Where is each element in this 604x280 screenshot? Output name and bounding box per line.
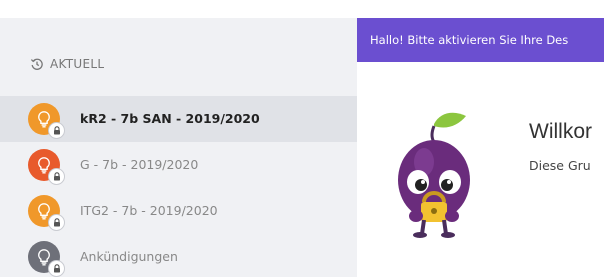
group-item-announcements[interactable]: Ankündigungen xyxy=(0,234,357,280)
group-label: Ankündigungen xyxy=(80,249,178,264)
plum-mascot-illustration xyxy=(398,112,470,238)
group-label: G - 7b - 2019/2020 xyxy=(80,157,199,172)
section-title: AKTUELL xyxy=(50,57,105,71)
group-item-g[interactable]: G - 7b - 2019/2020 xyxy=(0,142,357,188)
banner-text: Hallo! Bitte aktivieren Sie Ihre Des xyxy=(370,33,569,47)
group-avatar xyxy=(28,241,65,277)
group-list: kR2 - 7b SAN - 2019/2020 G - 7b - 2019/2… xyxy=(0,96,357,280)
group-label: kR2 - 7b SAN - 2019/2020 xyxy=(80,111,260,126)
welcome-title: Willkor xyxy=(529,120,592,143)
lock-icon xyxy=(48,260,65,277)
section-header-current: AKTUELL xyxy=(30,55,104,73)
group-avatar xyxy=(28,149,65,185)
main-content: Willkor Diese Gru xyxy=(357,62,604,277)
sidebar-top-strip xyxy=(0,0,357,18)
welcome-text: Diese Gru xyxy=(529,158,591,173)
lock-icon xyxy=(48,214,65,231)
history-icon xyxy=(30,57,44,71)
activation-banner[interactable]: Hallo! Bitte aktivieren Sie Ihre Des xyxy=(357,18,604,62)
group-avatar xyxy=(28,103,65,139)
group-item-itg2[interactable]: ITG2 - 7b - 2019/2020 xyxy=(0,188,357,234)
lock-icon xyxy=(48,168,65,185)
group-label: ITG2 - 7b - 2019/2020 xyxy=(80,203,218,218)
group-item-kr2[interactable]: kR2 - 7b SAN - 2019/2020 xyxy=(0,96,357,142)
lock-icon xyxy=(48,122,65,139)
group-avatar xyxy=(28,195,65,231)
sidebar: AKTUELL kR2 - 7b SAN - 2019/2020 G - 7b … xyxy=(0,18,358,277)
